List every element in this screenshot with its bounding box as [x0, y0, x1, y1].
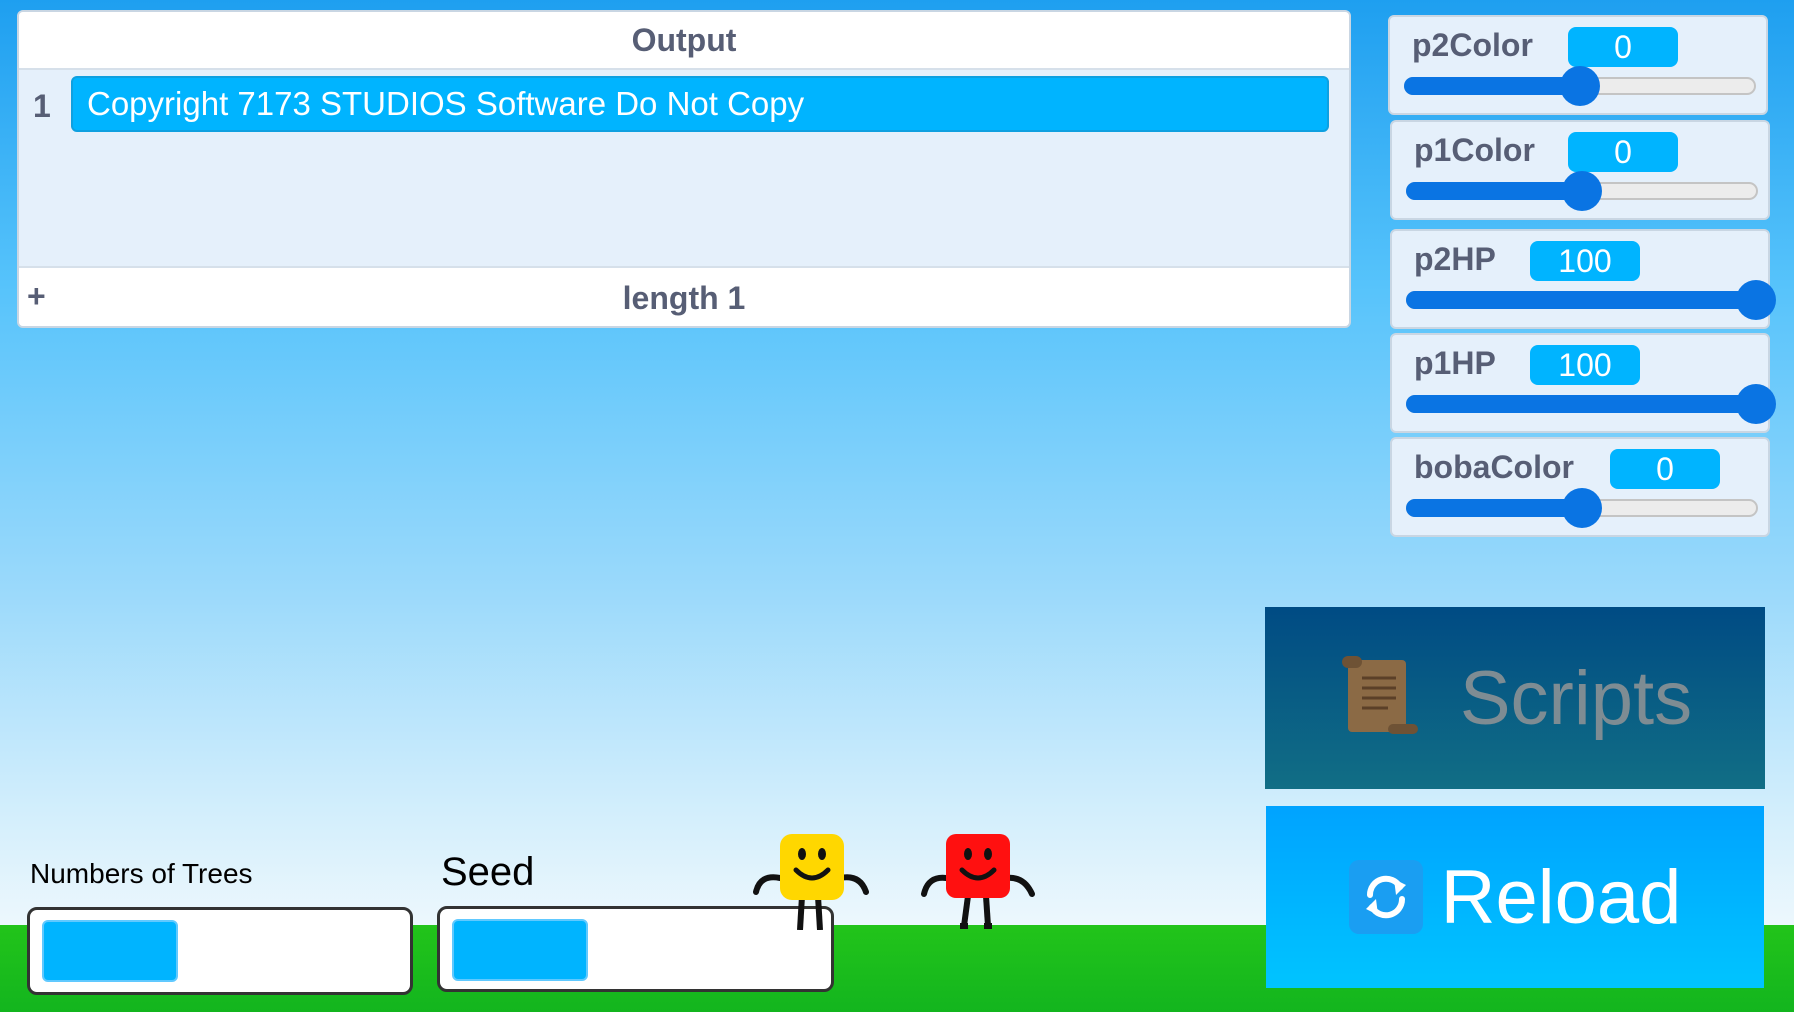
slider-thumb[interactable]	[1736, 384, 1776, 424]
slider-fill	[1406, 182, 1580, 200]
refresh-icon	[1348, 860, 1423, 934]
output-list-monitor: Output 1 Copyright 7173 STUDIOS Software…	[17, 10, 1351, 328]
slider-fill	[1406, 499, 1580, 517]
variable-monitor-p2color: p2Color 0	[1388, 15, 1768, 115]
slider-thumb[interactable]	[1562, 171, 1602, 211]
variable-value: 100	[1530, 241, 1640, 281]
slider-thumb[interactable]	[1736, 280, 1776, 320]
variable-slider[interactable]	[1406, 384, 1776, 424]
variable-monitor-p1color: p1Color 0	[1390, 120, 1770, 220]
variable-slider[interactable]	[1406, 171, 1758, 211]
trees-input[interactable]	[27, 907, 413, 995]
variable-name: p1HP	[1414, 345, 1496, 381]
reload-label: Reload	[1440, 854, 1682, 940]
list-item-value[interactable]: Copyright 7173 STUDIOS Software Do Not C…	[71, 76, 1329, 132]
yellow-player-sprite	[753, 834, 869, 930]
variable-value: 0	[1568, 132, 1678, 172]
list-item-row: 1 Copyright 7173 STUDIOS Software Do Not…	[19, 70, 1349, 136]
variable-value: 0	[1610, 449, 1720, 489]
list-footer: + length 1	[19, 266, 1349, 326]
variable-value: 0	[1568, 27, 1678, 67]
variable-monitor-p2hp: p2HP 100	[1390, 229, 1776, 329]
scripts-label: Scripts	[1459, 655, 1693, 741]
trees-input-value[interactable]	[42, 920, 178, 982]
slider-thumb[interactable]	[1560, 66, 1600, 106]
slider-thumb[interactable]	[1562, 488, 1602, 528]
scripts-button[interactable]: Scripts	[1265, 607, 1765, 789]
seed-input-value[interactable]	[452, 919, 588, 981]
variable-name: p1Color	[1414, 132, 1535, 168]
variable-name: p2Color	[1412, 27, 1533, 63]
variable-slider[interactable]	[1406, 488, 1758, 528]
reload-button[interactable]: Reload	[1266, 806, 1764, 988]
variable-slider[interactable]	[1406, 280, 1776, 320]
variable-name: p2HP	[1414, 241, 1496, 277]
seed-label: Seed	[441, 850, 535, 894]
variable-slider[interactable]	[1404, 66, 1756, 106]
variable-monitor-bobacolor: bobaColor 0	[1390, 437, 1770, 537]
variable-value: 100	[1530, 345, 1640, 385]
trees-label: Numbers of Trees	[30, 858, 253, 889]
list-title: Output	[19, 12, 1349, 70]
red-player-sprite	[921, 834, 1035, 929]
slider-fill	[1406, 395, 1754, 413]
list-item-index: 1	[33, 88, 51, 124]
variable-monitor-p1hp: p1HP 100	[1390, 333, 1776, 433]
slider-fill	[1406, 291, 1754, 309]
variable-name: bobaColor	[1414, 449, 1574, 485]
scroll-icon	[1338, 654, 1422, 743]
list-length: length 1	[622, 280, 746, 316]
slider-fill	[1404, 77, 1578, 95]
